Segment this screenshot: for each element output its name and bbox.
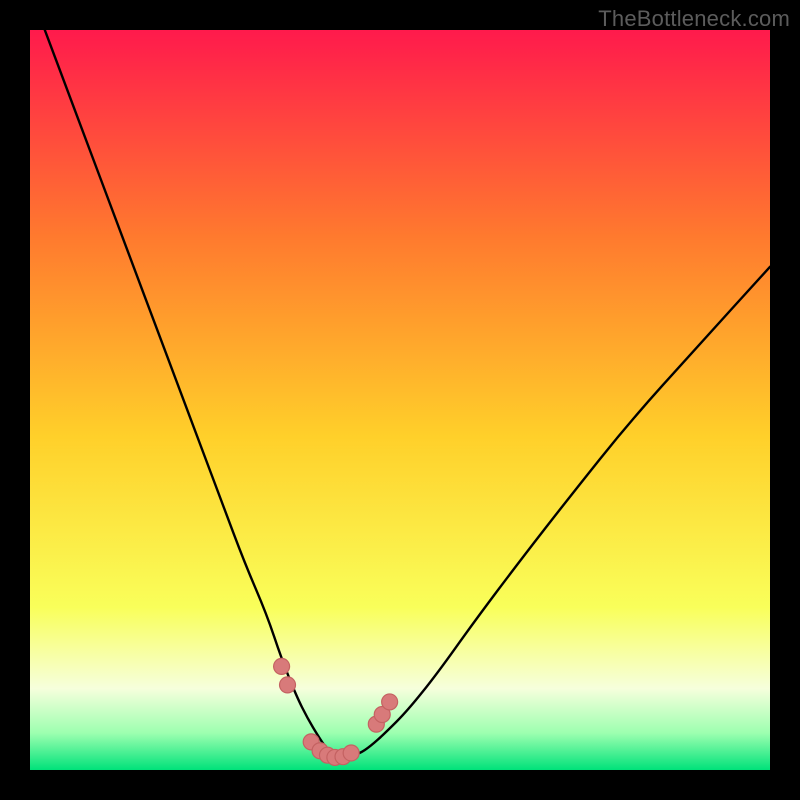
gradient-background [30,30,770,770]
plot-area [30,30,770,770]
chart-svg [30,30,770,770]
outer-frame: TheBottleneck.com [0,0,800,800]
marker-left-cluster-1 [274,658,290,674]
marker-trough-6 [343,745,359,761]
marker-right-cluster-3 [382,694,398,710]
marker-left-cluster-2 [280,677,296,693]
watermark-text: TheBottleneck.com [598,6,790,32]
